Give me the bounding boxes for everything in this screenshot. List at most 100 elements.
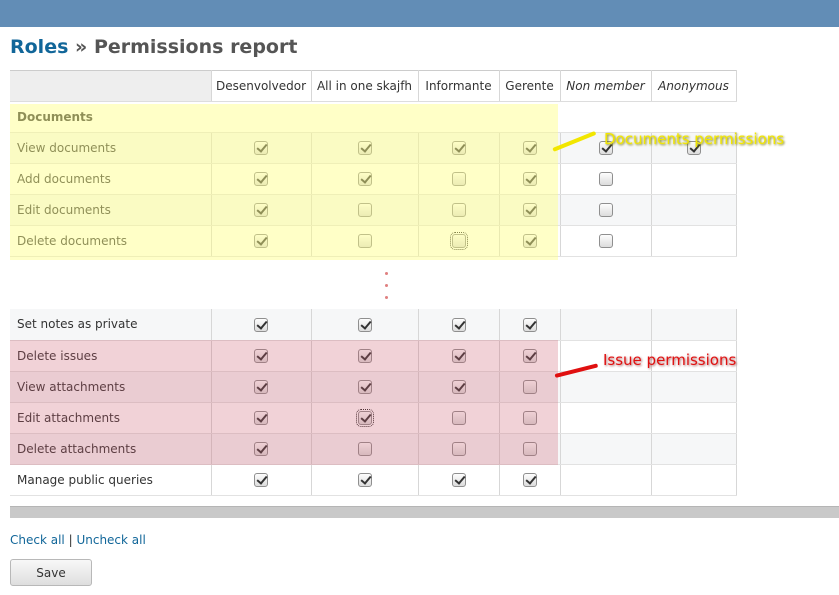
- permission-name: Delete documents: [10, 225, 212, 257]
- permission-row: Delete documents: [10, 225, 737, 257]
- unchecked-checkbox[interactable]: [451, 203, 466, 218]
- permission-cell: [499, 163, 561, 195]
- permission-cell: [651, 163, 737, 195]
- permissions-table-bottom: Set notes as private Delete issues View at…: [10, 309, 737, 496]
- permission-cell: [418, 433, 500, 465]
- permission-cell: [311, 340, 419, 372]
- permission-cell: [211, 163, 312, 195]
- checked-checkbox[interactable]: [357, 348, 372, 363]
- checked-checkbox[interactable]: [357, 317, 372, 332]
- checked-checkbox[interactable]: [254, 441, 268, 456]
- unchecked-checkbox[interactable]: [451, 441, 466, 456]
- checked-checkbox[interactable]: [254, 410, 268, 425]
- permission-cell: [211, 225, 312, 257]
- permission-cell: [211, 464, 312, 496]
- permission-cell: [418, 309, 500, 341]
- unchecked-checkbox[interactable]: [522, 441, 537, 456]
- unchecked-checkbox[interactable]: [522, 379, 537, 394]
- checked-checkbox[interactable]: [355, 408, 374, 427]
- permission-cell: [311, 402, 419, 434]
- permission-row: Edit attachments: [10, 402, 737, 434]
- permission-name: Edit documents: [10, 194, 212, 226]
- checked-checkbox[interactable]: [522, 141, 537, 156]
- checked-checkbox[interactable]: [254, 379, 268, 394]
- checked-checkbox[interactable]: [357, 141, 372, 156]
- checked-checkbox[interactable]: [357, 379, 372, 394]
- unchecked-checkbox[interactable]: [357, 441, 372, 456]
- checked-checkbox[interactable]: [522, 472, 537, 487]
- checked-checkbox[interactable]: [451, 348, 466, 363]
- checked-checkbox[interactable]: [254, 172, 268, 187]
- permission-cell: [418, 371, 500, 403]
- permission-cell: [499, 371, 561, 403]
- unchecked-checkbox[interactable]: [598, 234, 613, 249]
- breadcrumb-roles-link[interactable]: Roles: [10, 36, 68, 58]
- column-header: Desenvolvedor: [211, 70, 312, 102]
- checked-checkbox[interactable]: [451, 379, 466, 394]
- permission-cell: [560, 464, 652, 496]
- permission-cell: [211, 371, 312, 403]
- permission-cell: [499, 225, 561, 257]
- permissions-table-top: Desenvolvedor All in one skajfh Informan…: [10, 70, 737, 257]
- permission-cell: [560, 371, 652, 403]
- unchecked-checkbox[interactable]: [357, 203, 372, 218]
- permission-cell: [211, 402, 312, 434]
- checked-checkbox[interactable]: [357, 172, 372, 187]
- horizontal-scrollbar[interactable]: [10, 506, 839, 518]
- permission-cell: [499, 464, 561, 496]
- permission-cell: [560, 433, 652, 465]
- permission-cell: [311, 371, 419, 403]
- permission-cell: [560, 309, 652, 341]
- permission-cell: [418, 132, 500, 164]
- permission-cell: [418, 163, 500, 195]
- checked-checkbox[interactable]: [522, 234, 537, 249]
- permission-cell: [418, 225, 500, 257]
- permission-name: View attachments: [10, 371, 212, 403]
- uncheck-all-link[interactable]: Uncheck all: [76, 533, 145, 547]
- permission-cell: [211, 132, 312, 164]
- checked-checkbox[interactable]: [254, 472, 268, 487]
- permission-row: View attachments: [10, 371, 737, 403]
- permission-cell: [418, 402, 500, 434]
- save-button[interactable]: Save: [10, 559, 92, 586]
- permission-cell: [499, 433, 561, 465]
- permission-row: Delete attachments: [10, 433, 737, 465]
- checked-checkbox[interactable]: [522, 348, 537, 363]
- unchecked-checkbox[interactable]: [449, 232, 468, 251]
- checked-checkbox[interactable]: [254, 348, 268, 363]
- checked-checkbox[interactable]: [254, 317, 268, 332]
- checked-checkbox[interactable]: [254, 141, 268, 156]
- permission-cell: [651, 464, 737, 496]
- unchecked-checkbox[interactable]: [357, 234, 372, 249]
- omission-dots: [385, 272, 391, 308]
- permission-cell: [499, 132, 561, 164]
- checked-checkbox[interactable]: [451, 317, 466, 332]
- unchecked-checkbox[interactable]: [598, 172, 613, 187]
- permission-cell: [418, 194, 500, 226]
- unchecked-checkbox[interactable]: [598, 203, 613, 218]
- header-corner: [10, 70, 212, 102]
- permission-cell: [560, 225, 652, 257]
- checked-checkbox[interactable]: [522, 317, 537, 332]
- permission-cell: [311, 194, 419, 226]
- permission-cell: [651, 433, 737, 465]
- unchecked-checkbox[interactable]: [451, 410, 466, 425]
- check-links: Check all | Uncheck all: [10, 533, 146, 547]
- checked-checkbox[interactable]: [254, 234, 268, 249]
- permission-row: Set notes as private: [10, 309, 737, 341]
- checked-checkbox[interactable]: [357, 472, 372, 487]
- checked-checkbox[interactable]: [451, 472, 466, 487]
- unchecked-checkbox[interactable]: [451, 172, 466, 187]
- permission-cell: [560, 163, 652, 195]
- column-header: Informante: [418, 70, 500, 102]
- unchecked-checkbox[interactable]: [522, 410, 537, 425]
- check-all-link[interactable]: Check all: [10, 533, 65, 547]
- checked-checkbox[interactable]: [522, 203, 537, 218]
- permission-row: Edit documents: [10, 194, 737, 226]
- permission-cell: [211, 309, 312, 341]
- permission-cell: [560, 402, 652, 434]
- checked-checkbox[interactable]: [451, 141, 466, 156]
- checked-checkbox[interactable]: [254, 203, 268, 218]
- permission-row: Manage public queries: [10, 464, 737, 496]
- checked-checkbox[interactable]: [522, 172, 537, 187]
